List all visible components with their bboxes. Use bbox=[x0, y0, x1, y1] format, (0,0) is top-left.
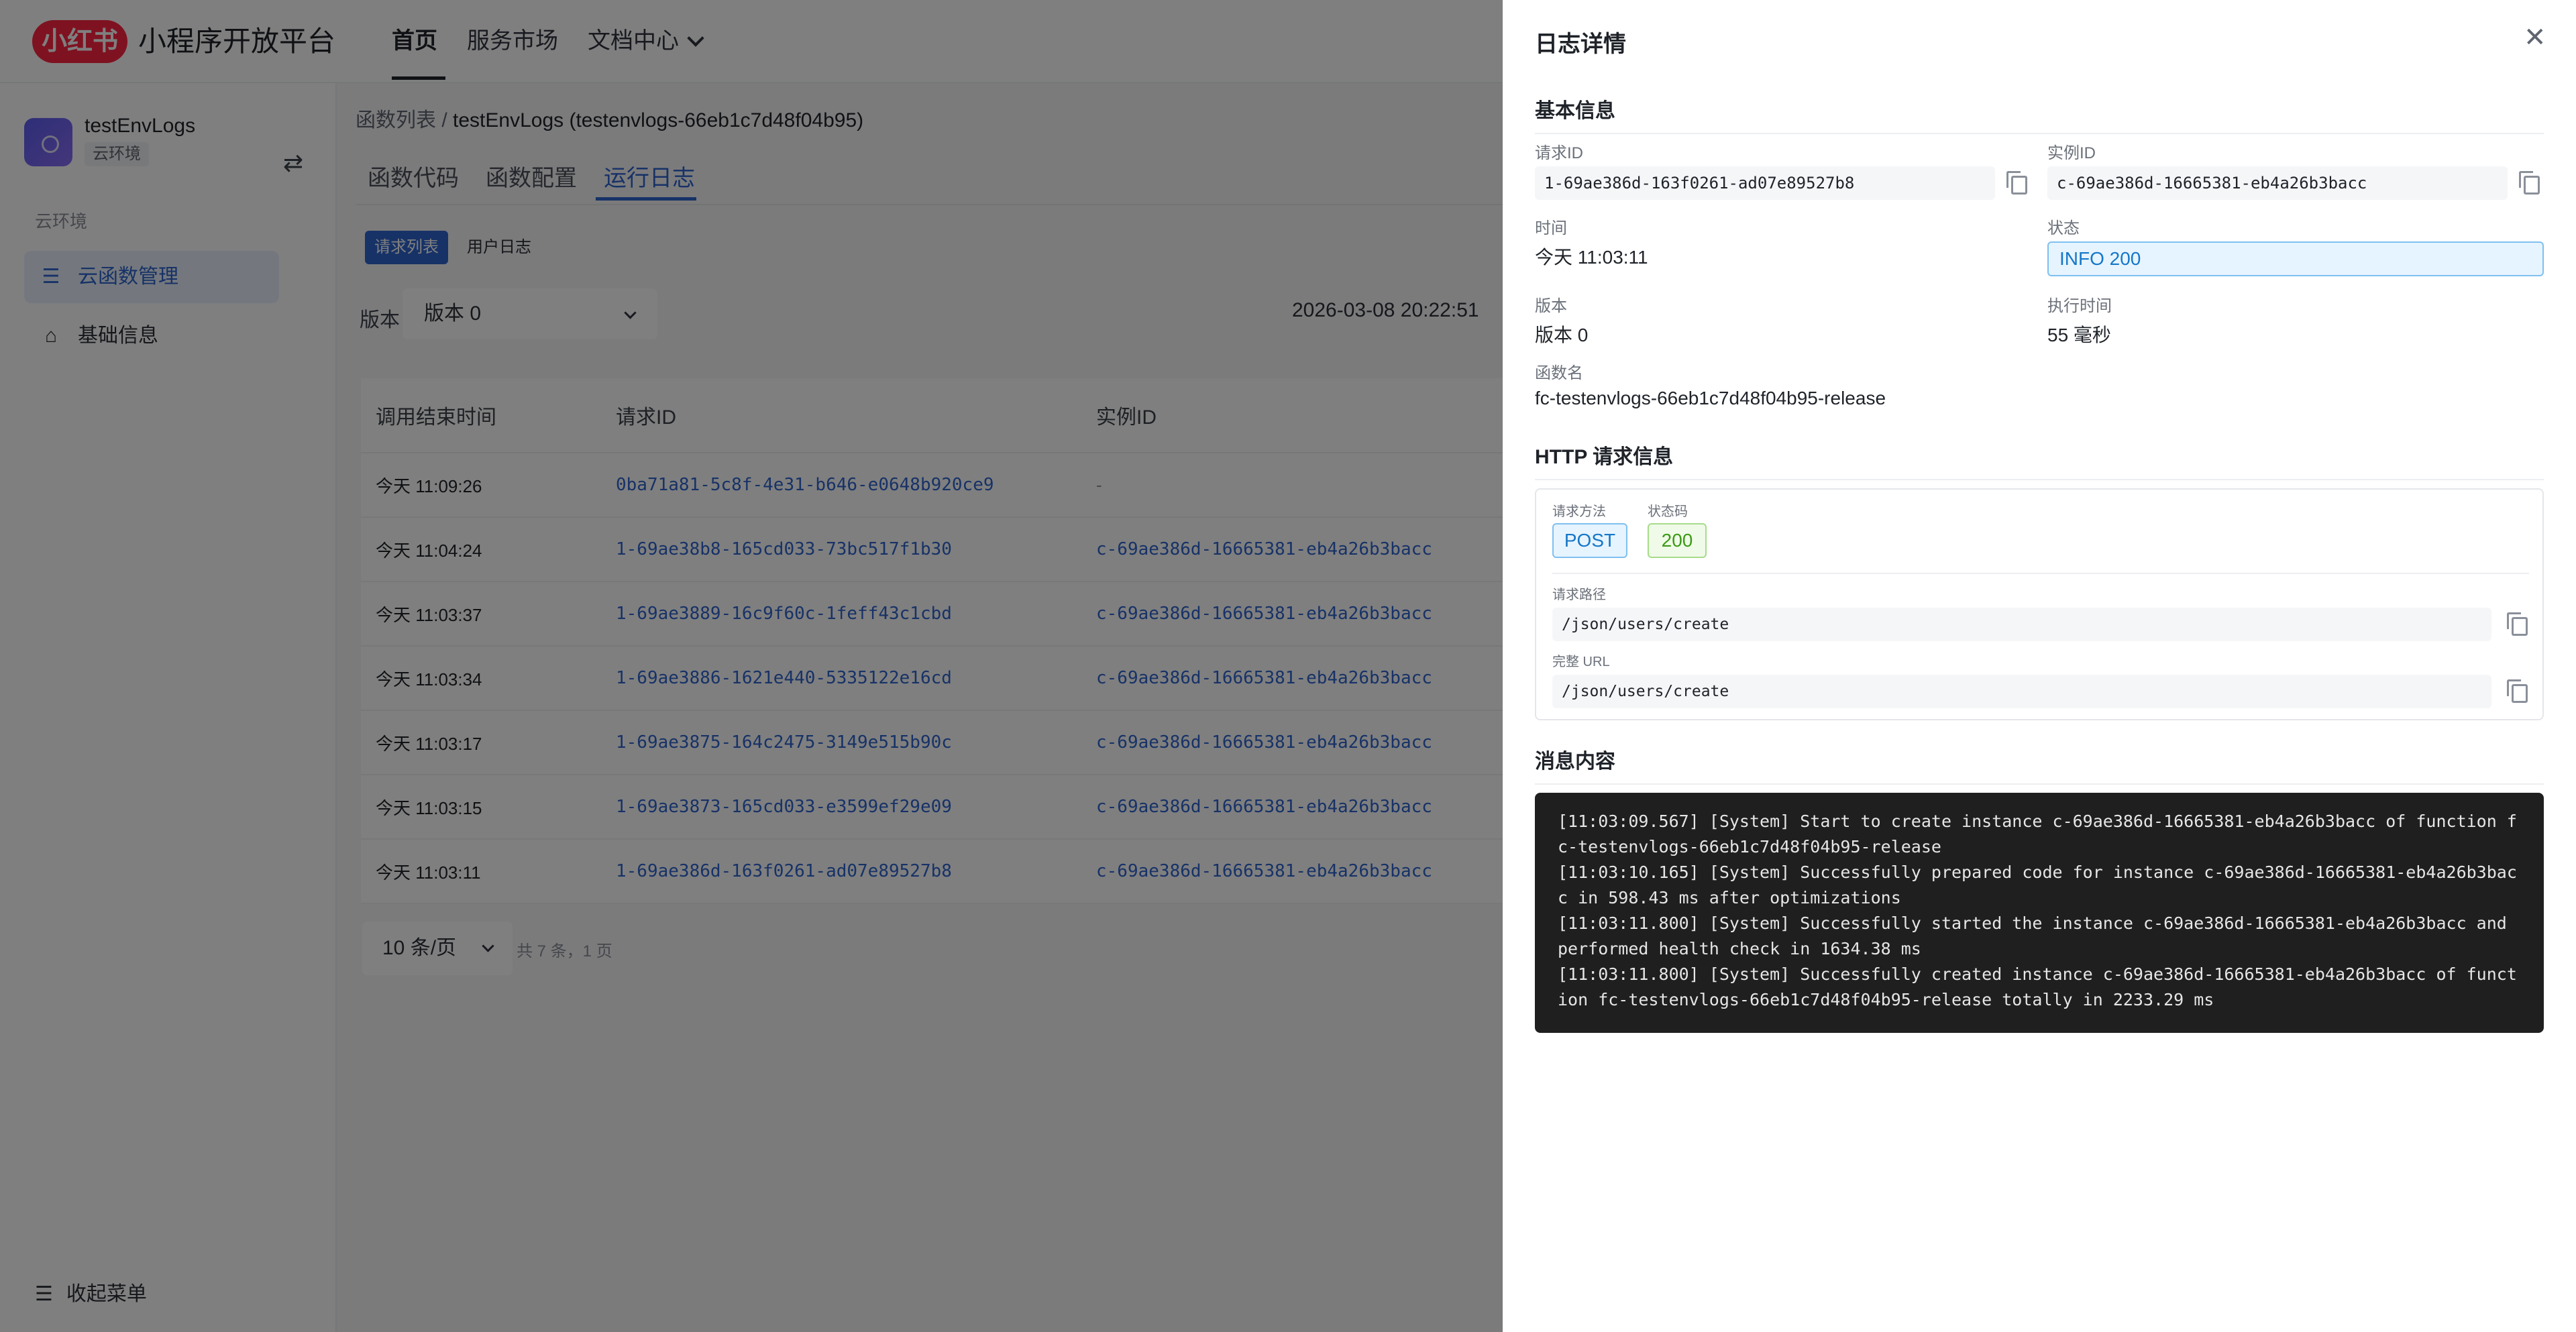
log-line: [11:03:11.800] [System] Successfully cre… bbox=[1558, 964, 2517, 1009]
copy-icon[interactable] bbox=[2006, 171, 2027, 195]
status-code-label: 状态码 bbox=[1648, 504, 1688, 519]
version-label: 版本 bbox=[1535, 297, 1567, 315]
drawer-title: 日志详情 bbox=[1535, 32, 1626, 57]
instance-id-field[interactable]: c-69ae386d-16665381-eb4a26b3bacc bbox=[2047, 166, 2508, 200]
method-label: 请求方法 bbox=[1552, 504, 1606, 519]
url-field[interactable]: /json/users/create bbox=[1552, 675, 2491, 708]
divider bbox=[1552, 573, 2529, 574]
section-basic-info: 基本信息 bbox=[1535, 94, 2544, 134]
section-http-info: HTTP 请求信息 bbox=[1535, 440, 2544, 480]
close-icon[interactable]: ✕ bbox=[2524, 21, 2546, 54]
url-label: 完整 URL bbox=[1552, 655, 1610, 669]
copy-icon[interactable] bbox=[2519, 171, 2540, 195]
message-content: [11:03:09.567] [System] Start to create … bbox=[1535, 793, 2544, 1033]
log-line: [11:03:09.567] [System] Start to create … bbox=[1558, 812, 2517, 856]
path-label: 请求路径 bbox=[1552, 588, 1606, 602]
exec-time-value: 55 毫秒 bbox=[2047, 325, 2111, 345]
function-name-value: fc-testenvlogs-66eb1c7d48f04b95-release bbox=[1535, 388, 1886, 408]
http-info-box: 请求方法 POST 状态码 200 请求路径 /json/users/creat… bbox=[1535, 488, 2544, 720]
status-badge: INFO 200 bbox=[2047, 241, 2544, 276]
copy-icon[interactable] bbox=[2507, 612, 2528, 636]
function-name-label: 函数名 bbox=[1535, 364, 1583, 382]
request-id-field[interactable]: 1-69ae386d-163f0261-ad07e89527b8 bbox=[1535, 166, 1995, 200]
time-label: 时间 bbox=[1535, 219, 1567, 237]
log-detail-drawer: 日志详情 ✕ 基本信息 请求ID 1-69ae386d-163f0261-ad0… bbox=[1503, 0, 2576, 1332]
copy-icon[interactable] bbox=[2507, 679, 2528, 703]
instance-id-label: 实例ID bbox=[2047, 144, 2096, 162]
section-message: 消息内容 bbox=[1535, 744, 2544, 785]
status-label: 状态 bbox=[2047, 219, 2080, 237]
log-line: [11:03:11.800] [System] Successfully sta… bbox=[1558, 913, 2517, 958]
exec-time-label: 执行时间 bbox=[2047, 297, 2112, 315]
log-line: [11:03:10.165] [System] Successfully pre… bbox=[1558, 863, 2517, 907]
method-badge: POST bbox=[1552, 523, 1627, 558]
version-value: 版本 0 bbox=[1535, 325, 1589, 345]
path-field[interactable]: /json/users/create bbox=[1552, 608, 2491, 641]
request-id-label: 请求ID bbox=[1535, 144, 1583, 162]
status-code-badge: 200 bbox=[1648, 523, 1707, 558]
time-value: 今天 11:03:11 bbox=[1535, 247, 1648, 268]
